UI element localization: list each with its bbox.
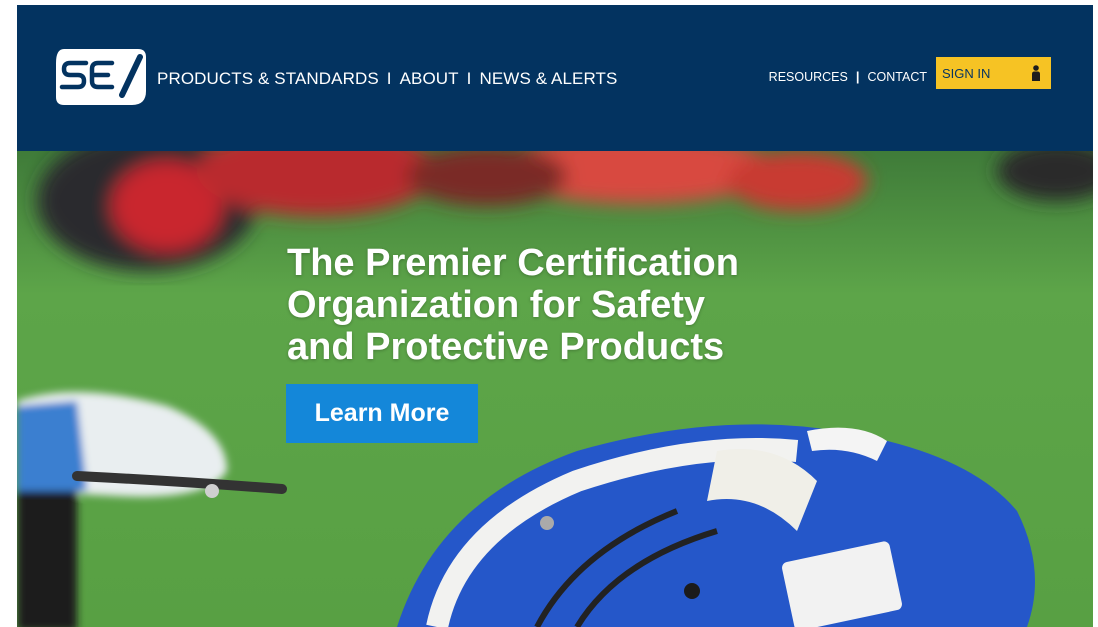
sei-logo[interactable] (54, 45, 148, 107)
user-icon (1032, 65, 1040, 81)
nav-resources[interactable]: RESOURCES (769, 70, 848, 84)
hero-banner: The Premier Certification Organization f… (17, 151, 1093, 627)
nav-products-standards[interactable]: PRODUCTS & STANDARDS (157, 69, 379, 89)
nav-about[interactable]: ABOUT (400, 69, 459, 89)
hero-headline: The Premier Certification Organization f… (287, 242, 807, 368)
headline-line: and Protective Products (287, 326, 725, 369)
site-header: PRODUCTS & STANDARDS I ABOUT I NEWS & AL… (17, 5, 1093, 151)
utility-nav: RESOURCES | CONTACT (769, 69, 927, 84)
learn-more-button[interactable]: Learn More (286, 384, 478, 443)
nav-separator: I (386, 69, 392, 88)
nav-news-alerts[interactable]: NEWS & ALERTS (479, 69, 617, 89)
nav-separator: | (855, 69, 860, 84)
sign-in-label: SIGN IN (942, 65, 991, 81)
nav-contact[interactable]: CONTACT (868, 70, 928, 84)
page: PRODUCTS & STANDARDS I ABOUT I NEWS & AL… (0, 0, 1098, 627)
headline-line: Organization for Safety (287, 284, 706, 327)
nav-separator: I (466, 69, 472, 88)
headline-line: The Premier Certification (287, 242, 739, 285)
main-nav: PRODUCTS & STANDARDS I ABOUT I NEWS & AL… (157, 67, 617, 91)
sign-in-button[interactable]: SIGN IN (936, 57, 1051, 89)
hero-background-image (17, 151, 1093, 627)
